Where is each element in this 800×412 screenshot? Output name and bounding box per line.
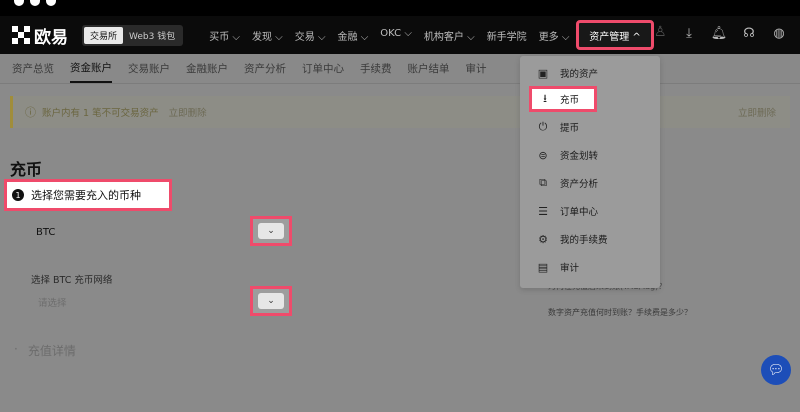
asset-management-button[interactable]: 资产管理 ^: [576, 20, 654, 50]
network-select-dropdown[interactable]: ⌄: [250, 286, 292, 316]
notice-banner: ⓘ 账户内有 1 笔不可交易资产 立即删除 立即删除: [10, 96, 790, 128]
tab-earn[interactable]: 金融账户: [186, 55, 228, 82]
dd-item-audit[interactable]: ▤ 审计: [536, 260, 580, 275]
tab-orders[interactable]: 订单中心: [302, 55, 344, 82]
step-highlight: 1 选择您需要充入的币种: [4, 179, 172, 211]
download-icon[interactable]: ⤓: [680, 25, 698, 43]
chevron-down-icon[interactable]: ⌄: [258, 293, 284, 309]
dd-label: 订单中心: [560, 207, 599, 218]
fee-icon: ⚙: [538, 232, 548, 246]
analysis-icon: ⧉: [539, 176, 547, 189]
dd-item-my-assets[interactable]: ▣ 我的资产: [536, 66, 599, 81]
brand-name: 欧易: [34, 27, 68, 48]
faq-link[interactable]: 数字资产充值何时到账？手续费是多少？: [548, 307, 692, 318]
dd-label: 资产分析: [560, 179, 599, 190]
dd-label: 审计: [560, 263, 580, 274]
coin-value[interactable]: BTC: [36, 227, 55, 238]
top-header: 欧易 交易所 Web3 钱包 买币 ⌵ 发现 ⌵ 交易 ⌵ 金融 ⌵ OKC ⌵…: [0, 16, 800, 54]
dot-icon: [14, 0, 24, 6]
globe-icon[interactable]: ◍: [770, 25, 788, 43]
mode-switch: 交易所 Web3 钱包: [82, 24, 184, 46]
notice-link[interactable]: 立即删除: [169, 105, 207, 119]
seg-web3[interactable]: Web3 钱包: [123, 27, 181, 44]
chat-support-icon[interactable]: 💬︎: [761, 355, 791, 385]
top-strip: [0, 0, 800, 16]
nav-trade[interactable]: 交易 ⌵: [295, 28, 326, 43]
dd-item-deposit[interactable]: ⭳ 充币: [529, 86, 597, 112]
dd-item-orders[interactable]: ☰ 订单中心: [536, 204, 599, 219]
nav-okc[interactable]: OKC ⌵: [380, 28, 412, 43]
nav-more[interactable]: 更多 ⌵: [539, 28, 570, 43]
nav-academy[interactable]: 新手学院: [487, 28, 527, 43]
tab-overview[interactable]: 资产总览: [12, 55, 54, 82]
network-select-input[interactable]: 请选择: [38, 295, 67, 309]
coin-select-dropdown[interactable]: ⌄: [250, 216, 292, 246]
dot-icon: [46, 0, 56, 6]
headset-icon[interactable]: ☊: [740, 25, 758, 43]
info-icon: ⓘ: [25, 106, 36, 119]
notice-text: 账户内有 1 笔不可交易资产: [42, 108, 159, 119]
tab-funding[interactable]: 资金账户: [70, 54, 112, 83]
nav-institutional[interactable]: 机构客户 ⌵: [424, 28, 475, 43]
seg-exchange[interactable]: 交易所: [84, 26, 124, 44]
dd-label: 资金划转: [560, 151, 599, 162]
nav-discover[interactable]: 发现 ⌵: [252, 28, 283, 43]
tab-fees[interactable]: 手续费: [360, 55, 392, 82]
dd-label: 充币: [560, 95, 580, 106]
main-nav: 买币 ⌵ 发现 ⌵ 交易 ⌵ 金融 ⌵ OKC ⌵ 机构客户 ⌵ 新手学院 更多…: [209, 28, 569, 43]
dd-label: 提币: [560, 123, 580, 134]
dd-label: 我的资产: [560, 69, 599, 80]
deposit-detail: · 充值详情: [14, 342, 76, 359]
account-tabs: 资产总览 资金账户 交易账户 金融账户 资产分析 订单中心 手续费 账户结单 审…: [0, 54, 800, 84]
step-dot-icon: ·: [14, 342, 18, 356]
tab-audit[interactable]: 审计: [466, 55, 487, 82]
dot-icon: [30, 0, 40, 6]
dd-item-withdraw[interactable]: ⏻ 提币: [536, 120, 579, 134]
detail-label: 充值详情: [27, 344, 76, 358]
wallet-icon: ▣: [537, 66, 549, 80]
tab-analysis[interactable]: 资产分析: [244, 55, 286, 82]
notice-right-link[interactable]: 立即删除: [738, 105, 776, 119]
dd-item-transfer[interactable]: ⊜ 资金划转: [536, 148, 599, 163]
tab-trading[interactable]: 交易账户: [128, 55, 170, 82]
deposit-icon: ⭳: [543, 91, 547, 105]
brand-logo[interactable]: 欧易: [12, 23, 68, 48]
dd-item-analysis[interactable]: ⧉ 资产分析: [536, 176, 598, 190]
audit-icon: ▤: [537, 260, 549, 274]
dd-item-fees[interactable]: ⚙ 我的手续费: [536, 232, 608, 247]
step-number: 1: [12, 189, 24, 201]
network-label: 选择 BTC 充币网络: [31, 275, 113, 286]
logo-icon: [12, 26, 30, 44]
step-label: 选择您需要充入的币种: [31, 189, 141, 202]
header-icons: ⤓ 🔔︎ ☊ ◍: [680, 25, 788, 43]
page-title: 充币: [10, 160, 43, 179]
chevron-down-icon[interactable]: ⌄: [258, 223, 284, 239]
nav-buy[interactable]: 买币 ⌵: [209, 28, 240, 43]
orders-icon: ☰: [538, 204, 548, 218]
withdraw-icon: ⏻: [538, 120, 548, 133]
tab-statements[interactable]: 账户结单: [408, 55, 450, 82]
transfer-icon: ⊜: [538, 148, 548, 162]
dd-label: 我的手续费: [560, 235, 608, 246]
bell-icon[interactable]: 🔔︎: [710, 25, 728, 43]
user-icon[interactable]: ♙: [654, 24, 667, 40]
nav-finance[interactable]: 金融 ⌵: [338, 28, 369, 43]
